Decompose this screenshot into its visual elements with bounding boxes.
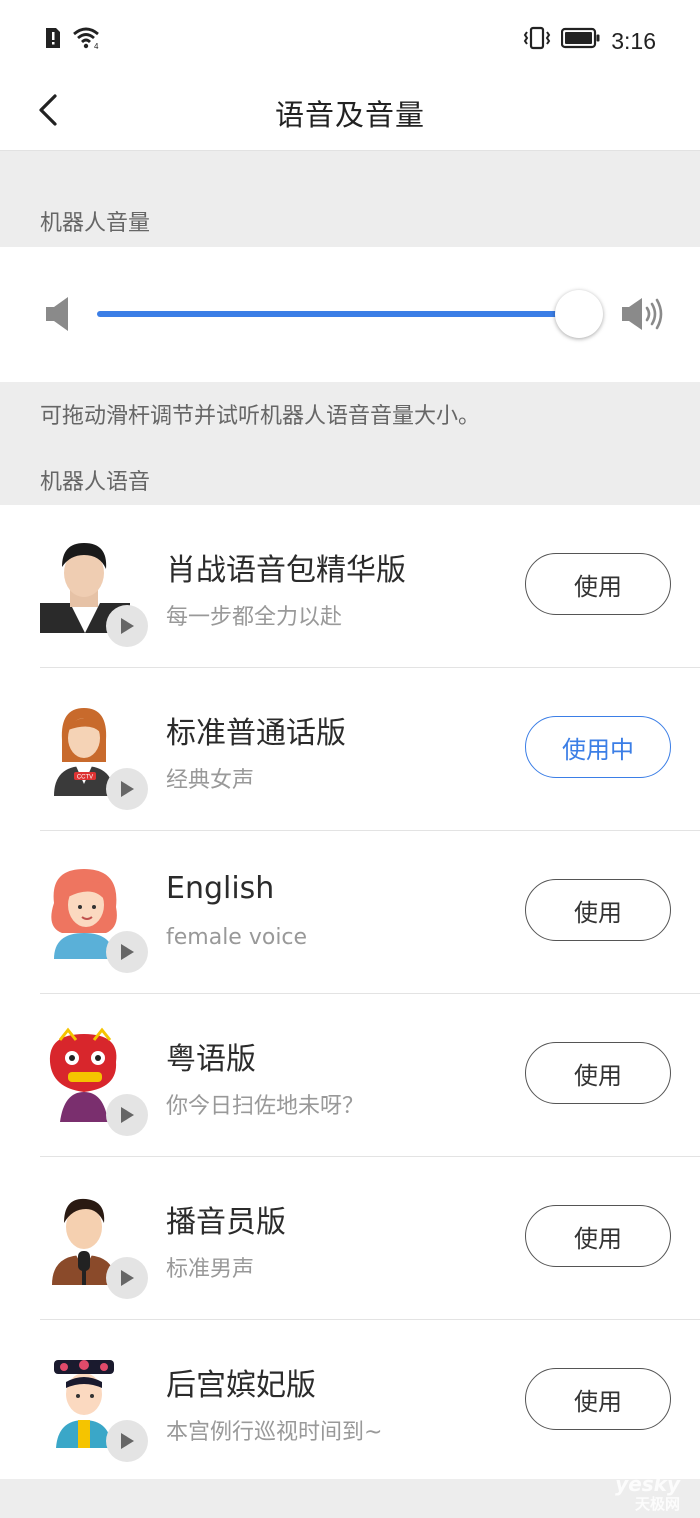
play-icon <box>121 944 134 960</box>
voice-title: 粤语版 <box>166 1042 256 1077</box>
volume-card <box>0 247 700 382</box>
play-icon <box>121 781 134 797</box>
voice-title: 标准普通话版 <box>166 716 346 751</box>
vibrate-icon <box>523 26 551 56</box>
volume-slider-track[interactable] <box>97 311 582 317</box>
use-button[interactable]: 使用 <box>525 1368 671 1430</box>
page-title: 语音及音量 <box>274 98 425 132</box>
play-preview-button[interactable] <box>106 605 148 647</box>
voice-item-english[interactable]: English female voice 使用 <box>0 831 700 994</box>
use-button[interactable]: 使用 <box>525 1042 671 1104</box>
play-preview-button[interactable] <box>106 1420 148 1462</box>
voice-item-mandarin[interactable]: CCTV 标准普通话版 经典女声 使用中 <box>0 668 700 831</box>
play-icon <box>121 1270 134 1286</box>
play-icon <box>121 1107 134 1123</box>
voice-subtitle: 标准男声 <box>166 1257 255 1282</box>
use-button[interactable]: 使用 <box>525 879 671 941</box>
voice-item-xiaozhan[interactable]: 肖战语音包精华版 每一步都全力以赴 使用 <box>0 505 700 668</box>
use-button[interactable]: 使用 <box>525 553 671 615</box>
play-preview-button[interactable] <box>106 1094 148 1136</box>
status-time: 3:16 <box>611 27 656 54</box>
in-use-button[interactable]: 使用中 <box>525 716 671 778</box>
sim-alert-icon <box>44 26 62 54</box>
voice-title: 播音员版 <box>166 1205 286 1240</box>
volume-hint: 可拖动滑杆调节并试听机器人语音音量大小。 <box>40 404 481 429</box>
voice-section-label: 机器人语音 <box>40 470 151 495</box>
svg-text:4: 4 <box>94 42 99 50</box>
volume-slider-thumb[interactable] <box>555 290 603 338</box>
status-bar: 4 3:16 <box>0 0 700 78</box>
voice-subtitle: female voice <box>166 925 308 950</box>
play-preview-button[interactable] <box>106 931 148 973</box>
wifi-icon: 4 <box>72 26 102 54</box>
voice-item-cantonese[interactable]: 粤语版 你今日扫佐地未呀？ 使用 <box>0 994 700 1157</box>
voice-subtitle: 本宫例行巡视时间到~ <box>166 1420 383 1445</box>
battery-icon <box>561 26 601 56</box>
voice-subtitle: 经典女声 <box>166 768 255 793</box>
watermark: yesky 天极网 <box>615 1474 680 1514</box>
voice-list: 肖战语音包精华版 每一步都全力以赴 使用 CCTV 标准普通话版 经典女声 使用… <box>0 505 700 1479</box>
voice-subtitle: 每一步都全力以赴 <box>166 605 343 630</box>
nav-bar: 语音及音量 <box>0 78 700 151</box>
play-icon <box>121 1433 134 1449</box>
voice-title: 肖战语音包精华版 <box>166 553 406 588</box>
voice-subtitle: 你今日扫佐地未呀？ <box>166 1094 365 1119</box>
play-preview-button[interactable] <box>106 1257 148 1299</box>
watermark-sub: 天极网 <box>634 1495 680 1513</box>
watermark-brand: yesky <box>615 1472 680 1496</box>
use-button[interactable]: 使用 <box>525 1205 671 1267</box>
play-preview-button[interactable] <box>106 768 148 810</box>
play-icon <box>121 618 134 634</box>
mic-badge: CCTV <box>77 775 93 781</box>
volume-section-label: 机器人音量 <box>40 211 151 236</box>
volume-low-icon <box>44 295 70 337</box>
voice-item-announcer[interactable]: 播音员版 标准男声 使用 <box>0 1157 700 1320</box>
voice-title: English <box>166 871 275 906</box>
voice-title: 后宫嫔妃版 <box>166 1368 316 1403</box>
voice-item-palace[interactable]: 后宫嫔妃版 本宫例行巡视时间到~ 使用 <box>0 1320 700 1483</box>
volume-high-icon <box>620 295 664 337</box>
